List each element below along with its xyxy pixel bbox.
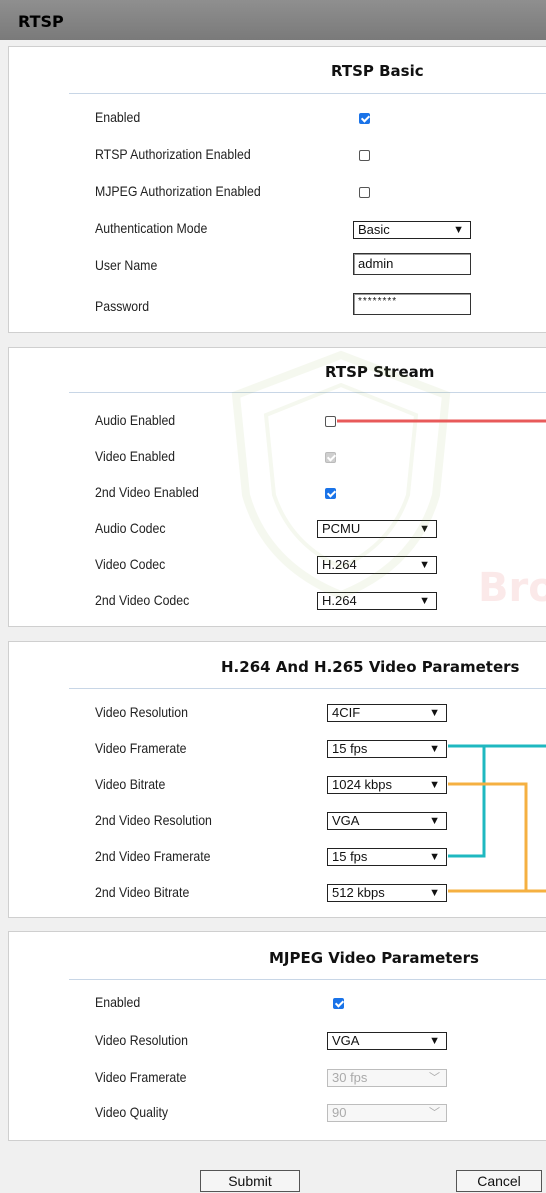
chevron-down-icon: ﹀ — [429, 1072, 440, 1084]
video2-framerate-value: 15 fps — [332, 849, 368, 864]
rtsp-enabled-checkbox[interactable] — [359, 113, 370, 124]
section-title-h264: H.264 And H.265 Video Parameters — [221, 658, 520, 676]
audio-enabled-label: Audio Enabled — [95, 412, 176, 428]
mjpeg-auth-checkbox[interactable] — [359, 187, 370, 198]
rtsp-basic-panel: RTSP Basic Enabled RTSP Authorization En… — [8, 46, 546, 333]
mjpeg-resolution-value: VGA — [332, 1033, 360, 1048]
video-enabled-checkbox — [325, 452, 336, 463]
chevron-down-icon: ▼ — [429, 851, 440, 863]
rtsp-auth-label: RTSP Authorization Enabled — [95, 146, 251, 162]
video-codec-value: H.264 — [322, 557, 357, 572]
audio-codec-select[interactable]: PCMU ▼ — [317, 520, 437, 538]
video-bitrate-value: 1024 kbps — [332, 777, 392, 792]
video-bitrate-label: Video Bitrate — [95, 776, 166, 792]
mjpeg-quality-label: Video Quality — [95, 1104, 169, 1120]
audio-codec-label: Audio Codec — [95, 520, 166, 536]
section-title-mjpeg: MJPEG Video Parameters — [269, 949, 479, 967]
chevron-down-icon: ▼ — [419, 523, 430, 535]
auth-mode-value: Basic — [358, 222, 390, 237]
chevron-down-icon: ▼ — [429, 887, 440, 899]
video2-bitrate-value: 512 kbps — [332, 885, 385, 900]
video-resolution-label: Video Resolution — [95, 704, 188, 720]
h264-panel: H.264 And H.265 Video Parameters Video R… — [8, 641, 546, 918]
chevron-down-icon: ﹀ — [429, 1107, 440, 1119]
section-title-rtsp-stream: RTSP Stream — [325, 363, 435, 381]
username-input[interactable]: admin — [353, 253, 471, 275]
mjpeg-panel: MJPEG Video Parameters Enabled Video Res… — [8, 931, 546, 1141]
submit-button[interactable]: Submit — [200, 1170, 300, 1192]
video-framerate-label: Video Framerate — [95, 740, 187, 756]
video2-framerate-select[interactable]: 15 fps ▼ — [327, 848, 447, 866]
username-label: User Name — [95, 257, 158, 273]
rtsp-stream-panel: RTSP Stream Audio Enabled Video Enabled … — [8, 347, 546, 627]
chevron-down-icon: ▼ — [453, 224, 464, 236]
cancel-button[interactable]: Cancel — [456, 1170, 542, 1192]
auth-mode-label: Authentication Mode — [95, 220, 208, 236]
mjpeg-framerate-select: 30 fps ﹀ — [327, 1069, 447, 1087]
video2-resolution-label: 2nd Video Resolution — [95, 812, 212, 828]
audio-enabled-checkbox[interactable] — [325, 416, 336, 427]
video2-bitrate-label: 2nd Video Bitrate — [95, 884, 190, 900]
video-bitrate-select[interactable]: 1024 kbps ▼ — [327, 776, 447, 794]
mjpeg-auth-label: MJPEG Authorization Enabled — [95, 183, 261, 199]
video2-enabled-label: 2nd Video Enabled — [95, 484, 199, 500]
auth-mode-select[interactable]: Basic ▼ — [353, 221, 471, 239]
mjpeg-enabled-checkbox[interactable] — [333, 998, 344, 1009]
video-framerate-value: 15 fps — [332, 741, 368, 756]
video-framerate-select[interactable]: 15 fps ▼ — [327, 740, 447, 758]
section-divider — [69, 688, 546, 689]
video-enabled-label: Video Enabled — [95, 448, 175, 464]
video-resolution-select[interactable]: 4CIF ▼ — [327, 704, 447, 722]
password-label: Password — [95, 298, 150, 314]
video2-codec-select[interactable]: H.264 ▼ — [317, 592, 437, 610]
mjpeg-framerate-label: Video Framerate — [95, 1069, 187, 1085]
section-title-rtsp-basic: RTSP Basic — [331, 62, 424, 80]
chevron-down-icon: ▼ — [429, 815, 440, 827]
video-resolution-value: 4CIF — [332, 705, 361, 720]
watermark-text: Bro — [478, 565, 546, 611]
video2-resolution-select[interactable]: VGA ▼ — [327, 812, 447, 830]
video2-codec-value: H.264 — [322, 593, 357, 608]
mjpeg-quality-value: 90 — [332, 1105, 347, 1120]
rtsp-auth-checkbox[interactable] — [359, 150, 370, 161]
mjpeg-enabled-label: Enabled — [95, 994, 141, 1010]
video2-codec-label: 2nd Video Codec — [95, 592, 190, 608]
video2-resolution-value: VGA — [332, 813, 360, 828]
section-divider — [69, 93, 546, 94]
chevron-down-icon: ▼ — [429, 779, 440, 791]
password-input[interactable]: ******** — [353, 293, 471, 315]
chevron-down-icon: ▼ — [429, 707, 440, 719]
audio-codec-value: PCMU — [322, 521, 361, 536]
mjpeg-resolution-select[interactable]: VGA ▼ — [327, 1032, 447, 1050]
video2-enabled-checkbox[interactable] — [325, 488, 336, 499]
video2-framerate-label: 2nd Video Framerate — [95, 848, 211, 864]
section-divider — [69, 392, 546, 393]
video2-bitrate-select[interactable]: 512 kbps ▼ — [327, 884, 447, 902]
section-divider — [69, 979, 546, 980]
chevron-down-icon: ▼ — [429, 1035, 440, 1047]
video-codec-select[interactable]: H.264 ▼ — [317, 556, 437, 574]
mjpeg-framerate-value: 30 fps — [332, 1070, 368, 1085]
enabled-label: Enabled — [95, 109, 141, 125]
chevron-down-icon: ▼ — [429, 743, 440, 755]
mjpeg-quality-select: 90 ﹀ — [327, 1104, 447, 1122]
mjpeg-resolution-label: Video Resolution — [95, 1032, 188, 1048]
chevron-down-icon: ▼ — [419, 559, 430, 571]
page-title: RTSP — [0, 0, 546, 40]
video-codec-label: Video Codec — [95, 556, 166, 572]
chevron-down-icon: ▼ — [419, 595, 430, 607]
